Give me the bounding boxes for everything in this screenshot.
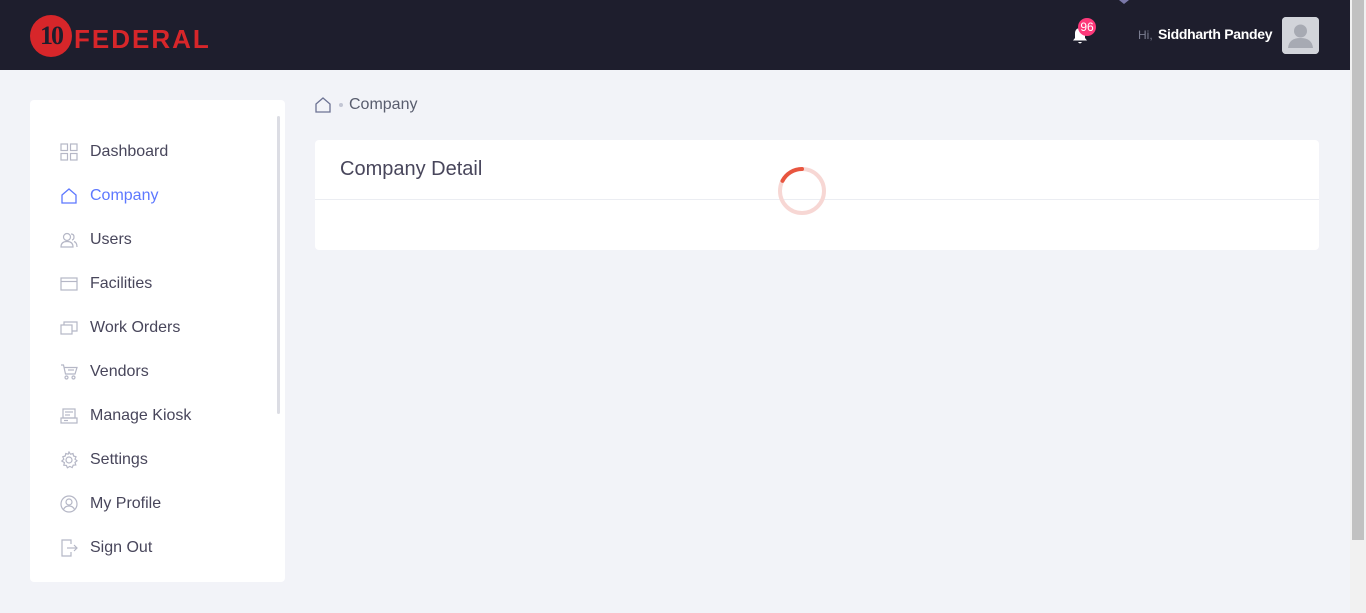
- sidebar-item-label: Sign Out: [90, 539, 153, 556]
- sidebar-item-label: Manage Kiosk: [90, 407, 192, 424]
- logo-text: FEDERAL: [74, 23, 211, 54]
- home-icon: [59, 186, 79, 206]
- company-detail-card: Company Detail: [315, 140, 1319, 250]
- sidebar-menu: Dashboard Company Users Facilities Work …: [30, 130, 270, 570]
- breadcrumb-separator: [339, 103, 343, 107]
- sidebar-item-sign-out[interactable]: Sign Out: [30, 526, 270, 570]
- top-navigation-bar: 10 FEDERAL 96 Hi, Siddharth Pandey: [0, 0, 1350, 70]
- sign-out-icon: [59, 538, 79, 558]
- sidebar-item-label: My Profile: [90, 495, 162, 512]
- sidebar-item-users[interactable]: Users: [30, 218, 270, 262]
- sidebar-item-label: Users: [90, 231, 132, 248]
- sidebar-scrollbar[interactable]: [277, 116, 280, 414]
- sidebar-item-manage-kiosk[interactable]: Manage Kiosk: [30, 394, 270, 438]
- sidebar-item-my-profile[interactable]: My Profile: [30, 482, 270, 526]
- facilities-icon: [59, 274, 79, 294]
- dashboard-icon: [59, 142, 79, 162]
- sidebar-item-label: Settings: [90, 451, 148, 468]
- sidebar-item-label: Vendors: [90, 363, 149, 380]
- kiosk-icon: [59, 406, 79, 426]
- work-orders-icon: [59, 318, 79, 338]
- sidebar-item-label: Work Orders: [90, 319, 181, 336]
- sidebar: Dashboard Company Users Facilities Work …: [30, 100, 285, 582]
- gear-icon: [59, 450, 79, 470]
- loading-spinner: [777, 166, 827, 216]
- sidebar-item-vendors[interactable]: Vendors: [30, 350, 270, 394]
- page-scrollbar[interactable]: [1350, 0, 1366, 613]
- sidebar-item-facilities[interactable]: Facilities: [30, 262, 270, 306]
- logo-number: 10: [40, 21, 64, 50]
- sidebar-item-settings[interactable]: Settings: [30, 438, 270, 482]
- card-title: Company Detail: [340, 158, 483, 180]
- home-icon[interactable]: [314, 96, 332, 114]
- vendors-cart-icon: [59, 362, 79, 382]
- page-scrollbar-thumb[interactable]: [1352, 0, 1364, 540]
- logo-badge: 10: [30, 15, 72, 57]
- sidebar-item-label: Company: [90, 187, 159, 204]
- caret-indicator: [1119, 0, 1129, 4]
- sidebar-item-label: Facilities: [90, 275, 153, 292]
- profile-icon: [59, 494, 79, 514]
- sidebar-item-work-orders[interactable]: Work Orders: [30, 306, 270, 350]
- user-avatar-icon[interactable]: [1282, 17, 1319, 54]
- breadcrumb: Company: [314, 94, 417, 116]
- sidebar-item-company[interactable]: Company: [30, 174, 270, 218]
- sidebar-item-dashboard[interactable]: Dashboard: [30, 130, 270, 174]
- user-name[interactable]: Siddharth Pandey: [1158, 26, 1273, 42]
- notification-count-badge[interactable]: 96: [1078, 18, 1096, 36]
- breadcrumb-current[interactable]: Company: [349, 96, 417, 114]
- federal-logo[interactable]: 10 FEDERAL: [30, 14, 211, 58]
- users-icon: [59, 230, 79, 250]
- user-greeting: Hi,: [1138, 28, 1153, 42]
- sidebar-item-label: Dashboard: [90, 143, 169, 160]
